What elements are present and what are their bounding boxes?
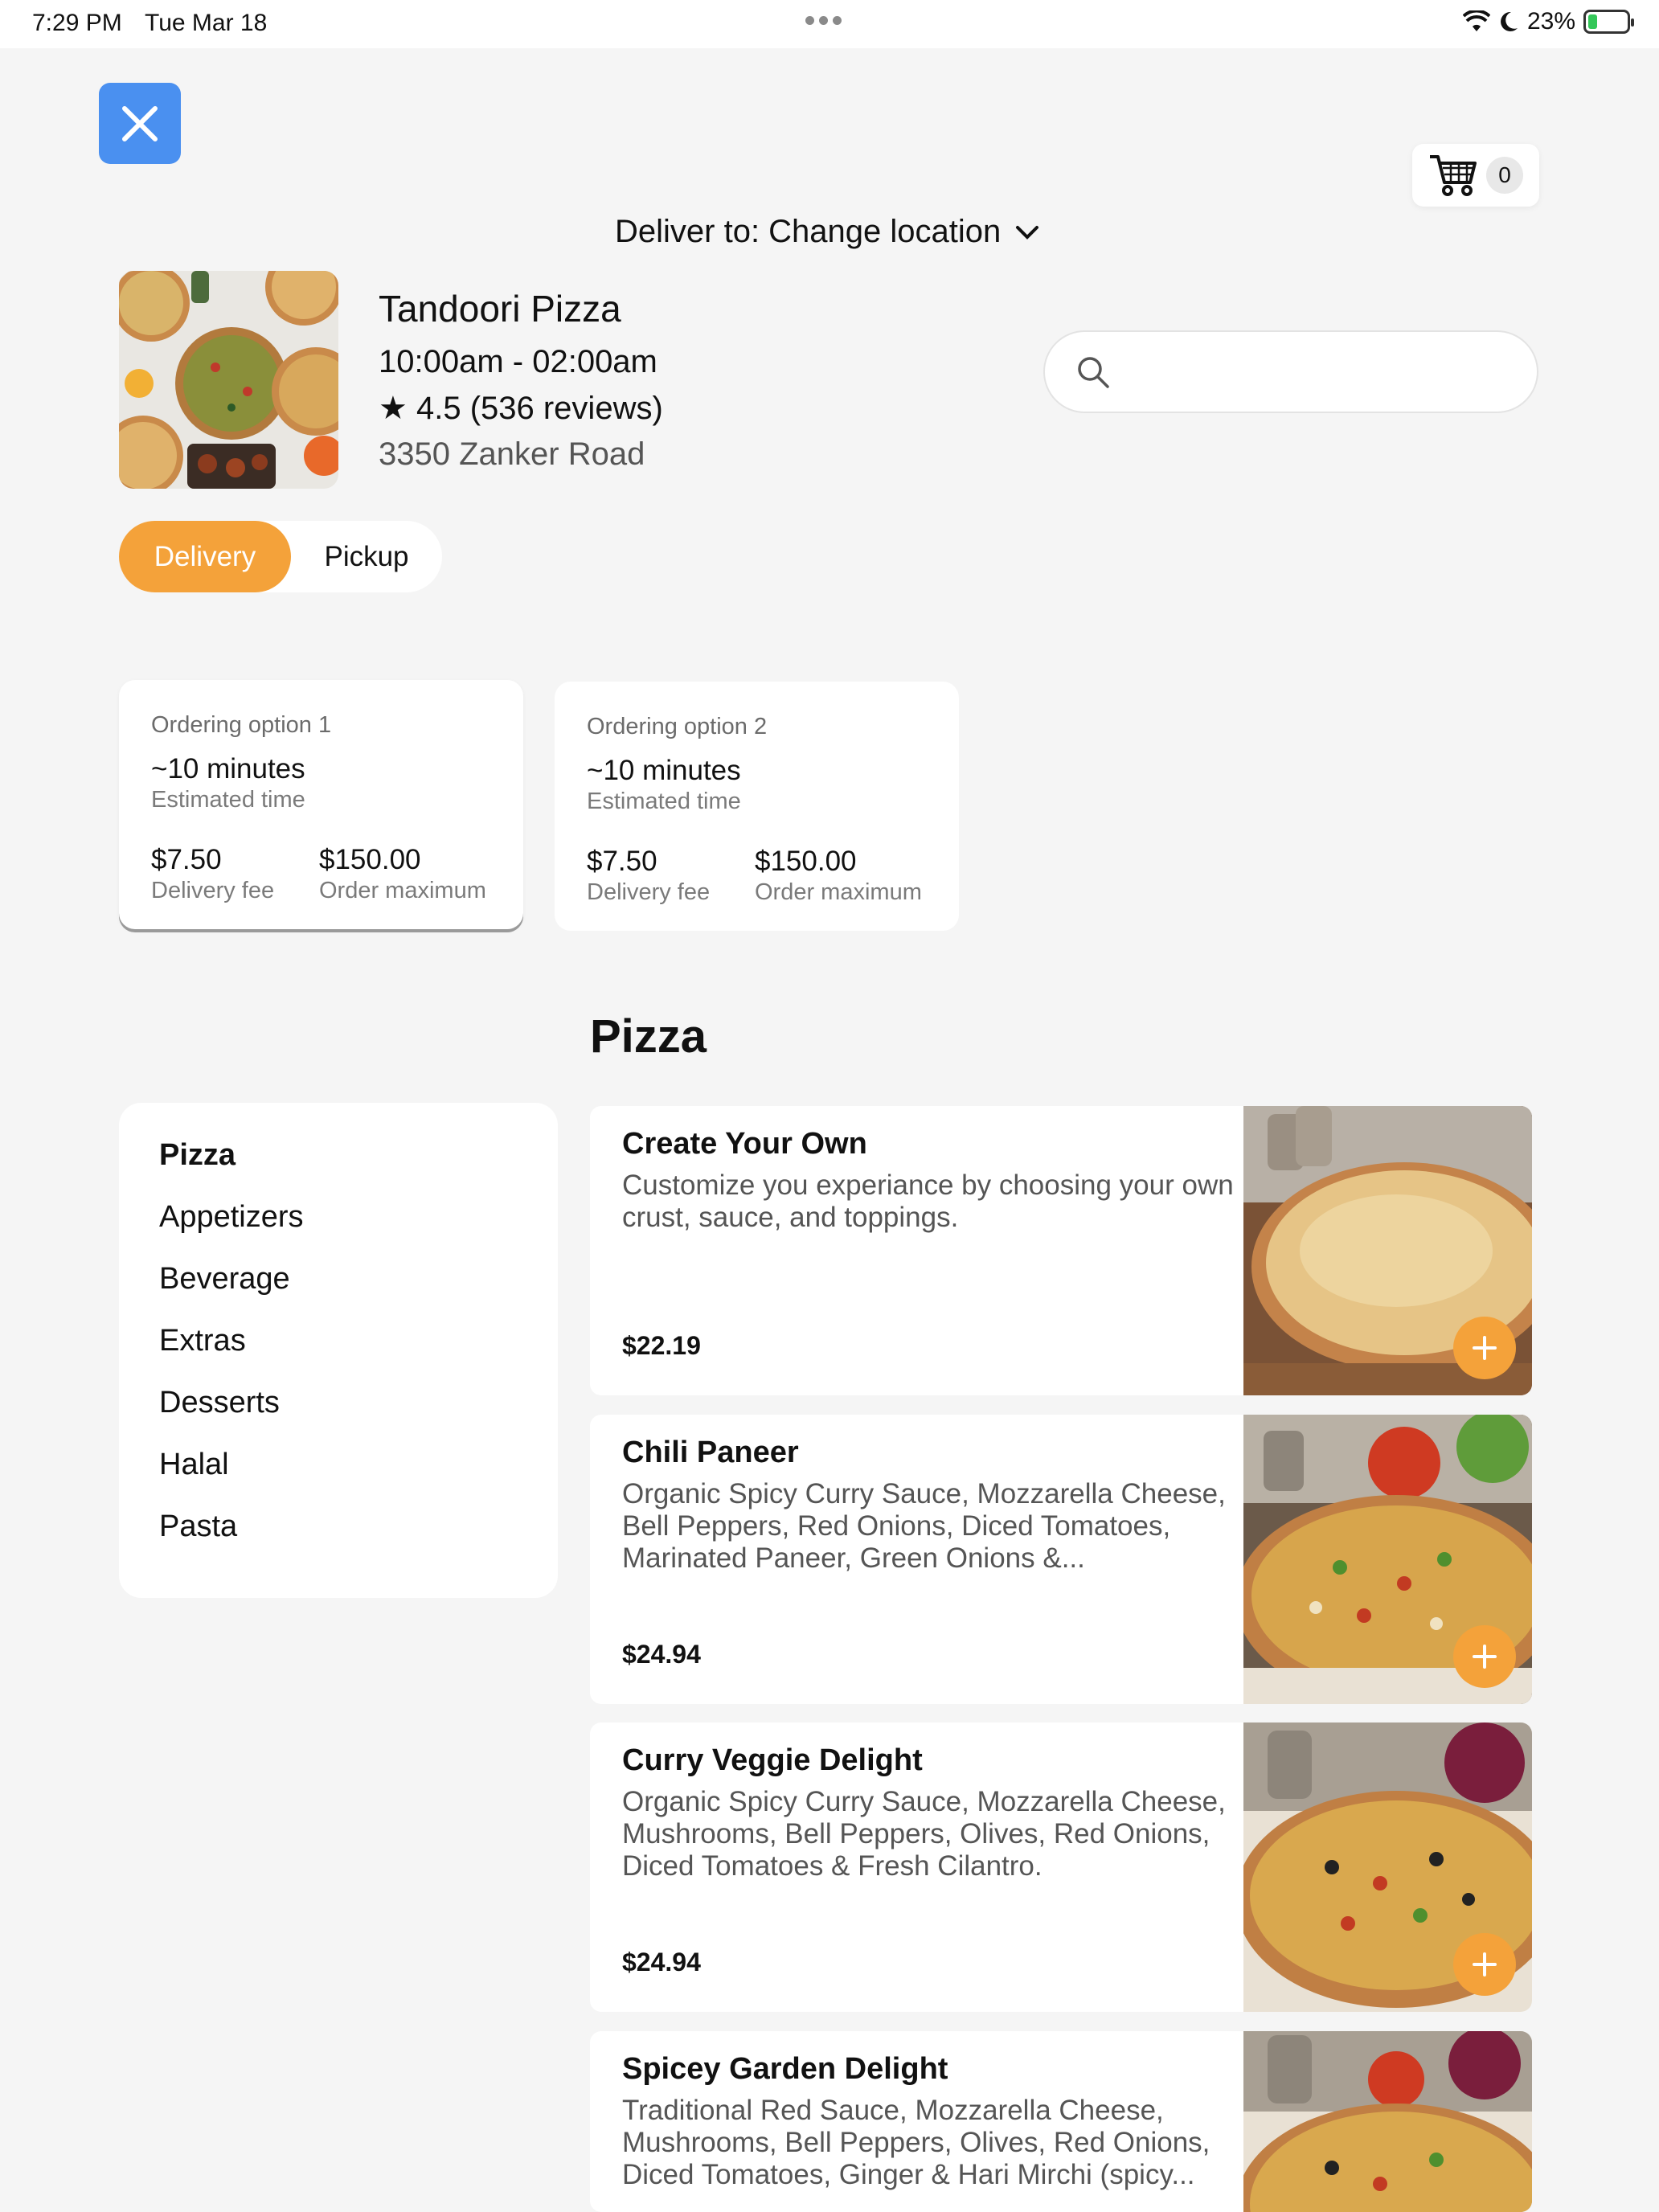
deliver-to-label: Deliver to: Change location <box>615 214 1002 249</box>
chevron-down-icon <box>1016 225 1039 240</box>
category-item-appetizers[interactable]: Appetizers <box>159 1200 558 1262</box>
menu-item-photo <box>1243 2031 1532 2212</box>
store-rating: ★ 4.5 (536 reviews) <box>379 391 663 426</box>
category-item-pizza[interactable]: Pizza <box>159 1138 558 1200</box>
status-bar: 7:29 PM Tue Mar 18 23% <box>0 0 1659 48</box>
menu-item-description: Organic Spicy Curry Sauce, Mozzarella Ch… <box>622 1478 1226 1574</box>
delivery-mode-toggle: Delivery Pickup <box>119 521 442 592</box>
menu-item-description: Traditional Red Sauce, Mozzarella Cheese… <box>622 2095 1210 2190</box>
close-icon <box>122 105 158 141</box>
menu-item-description: Customize you experiance by choosing you… <box>622 1169 1234 1233</box>
category-item-halal[interactable]: Halal <box>159 1448 558 1509</box>
option-fee: $7.50 <box>151 844 222 875</box>
search-input[interactable] <box>1127 356 1513 387</box>
option-time: ~10 minutes <box>587 755 741 786</box>
store-address: 3350 Zanker Road <box>379 436 645 472</box>
option-max-caption: Order maximum <box>319 878 486 903</box>
category-item-pasta[interactable]: Pasta <box>159 1509 558 1571</box>
search-icon <box>1078 356 1109 388</box>
option-max-caption: Order maximum <box>755 879 922 905</box>
status-right: 23% <box>1462 8 1634 35</box>
wifi-icon <box>1462 10 1490 31</box>
option-label: Ordering option 2 <box>587 714 768 739</box>
menu-item-card[interactable]: Create Your Own Customize you experiance… <box>590 1106 1532 1395</box>
menu-item-title: Create Your Own <box>622 1127 867 1161</box>
cart-button[interactable]: 0 <box>1412 144 1539 207</box>
status-date: Tue Mar 18 <box>145 10 268 36</box>
menu-item-card[interactable]: Chili Paneer Organic Spicy Curry Sauce, … <box>590 1415 1532 1704</box>
menu-item-price: $24.94 <box>622 1948 701 1976</box>
menu-item-title: Chili Paneer <box>622 1436 799 1469</box>
plus-icon <box>1473 1336 1497 1360</box>
battery-percent: 23% <box>1526 8 1575 35</box>
pickup-tab[interactable]: Pickup <box>291 521 442 592</box>
ordering-option-card[interactable]: Ordering option 2 ~10 minutes Estimated … <box>555 682 959 931</box>
cart-count-badge: 0 <box>1486 157 1523 194</box>
category-item-beverage[interactable]: Beverage <box>159 1262 558 1324</box>
menu-item-title: Spicey Garden Delight <box>622 2052 948 2086</box>
status-time: 7:29 PM <box>32 10 122 36</box>
add-to-cart-button[interactable] <box>1453 1625 1516 1688</box>
add-to-cart-button[interactable] <box>1453 1933 1516 1996</box>
menu-item-description: Organic Spicy Curry Sauce, Mozzarella Ch… <box>622 1786 1226 1882</box>
plus-icon <box>1473 1645 1497 1669</box>
category-item-desserts[interactable]: Desserts <box>159 1386 558 1448</box>
store-name: Tandoori Pizza <box>379 288 621 330</box>
option-time: ~10 minutes <box>151 753 305 784</box>
option-fee: $7.50 <box>587 846 657 877</box>
plus-icon <box>1473 1952 1497 1976</box>
option-time-caption: Estimated time <box>151 787 305 813</box>
battery-icon <box>1583 10 1634 34</box>
close-button[interactable] <box>99 83 181 164</box>
option-fee-caption: Delivery fee <box>151 878 275 903</box>
store-hours: 10:00am - 02:00am <box>379 344 657 379</box>
ordering-option-card[interactable]: Ordering option 1 ~10 minutes Estimated … <box>119 680 523 929</box>
option-label: Ordering option 1 <box>151 712 332 738</box>
category-list: Pizza Appetizers Beverage Extras Dessert… <box>119 1103 558 1598</box>
option-fee-caption: Delivery fee <box>587 879 711 905</box>
option-max: $150.00 <box>319 844 421 875</box>
menu-item-card[interactable]: Spicey Garden Delight Traditional Red Sa… <box>590 2031 1532 2212</box>
multitasking-dots-icon[interactable] <box>805 16 842 25</box>
option-time-caption: Estimated time <box>587 789 741 814</box>
shopping-cart-icon <box>1430 155 1477 196</box>
menu-item-title: Curry Veggie Delight <box>622 1743 923 1777</box>
delivery-tab[interactable]: Delivery <box>119 521 291 592</box>
category-item-extras[interactable]: Extras <box>159 1324 558 1386</box>
option-max: $150.00 <box>755 846 857 877</box>
change-location-button[interactable]: Deliver to: Change location <box>615 214 1039 250</box>
menu-item-price: $24.94 <box>622 1640 701 1669</box>
section-title: Pizza <box>590 1010 707 1063</box>
menu-item-price: $22.19 <box>622 1331 701 1360</box>
menu-item-card[interactable]: Curry Veggie Delight Organic Spicy Curry… <box>590 1722 1532 2012</box>
search-bar[interactable] <box>1043 330 1538 413</box>
add-to-cart-button[interactable] <box>1453 1317 1516 1379</box>
store-photo <box>119 271 338 489</box>
moon-icon <box>1501 11 1518 31</box>
